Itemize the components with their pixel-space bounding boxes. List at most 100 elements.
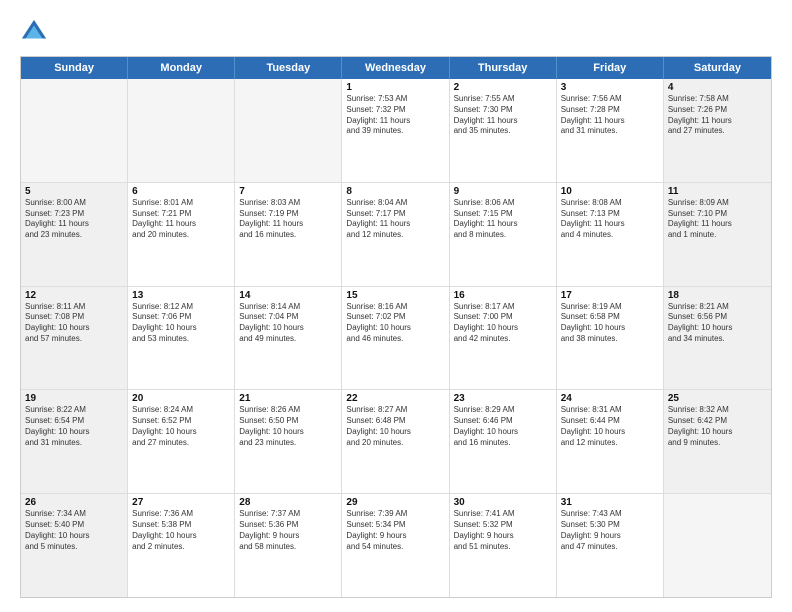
day-cell-28: 28Sunrise: 7:37 AM Sunset: 5:36 PM Dayli… bbox=[235, 494, 342, 597]
day-info: Sunrise: 8:26 AM Sunset: 6:50 PM Dayligh… bbox=[239, 405, 337, 448]
day-number: 17 bbox=[561, 290, 659, 301]
day-cell-16: 16Sunrise: 8:17 AM Sunset: 7:00 PM Dayli… bbox=[450, 287, 557, 390]
day-cell-7: 7Sunrise: 8:03 AM Sunset: 7:19 PM Daylig… bbox=[235, 183, 342, 286]
day-number: 10 bbox=[561, 186, 659, 197]
day-info: Sunrise: 8:08 AM Sunset: 7:13 PM Dayligh… bbox=[561, 198, 659, 241]
day-info: Sunrise: 8:21 AM Sunset: 6:56 PM Dayligh… bbox=[668, 302, 767, 345]
day-info: Sunrise: 8:17 AM Sunset: 7:00 PM Dayligh… bbox=[454, 302, 552, 345]
day-info: Sunrise: 8:32 AM Sunset: 6:42 PM Dayligh… bbox=[668, 405, 767, 448]
calendar: SundayMondayTuesdayWednesdayThursdayFrid… bbox=[20, 56, 772, 598]
day-cell-12: 12Sunrise: 8:11 AM Sunset: 7:08 PM Dayli… bbox=[21, 287, 128, 390]
day-info: Sunrise: 8:01 AM Sunset: 7:21 PM Dayligh… bbox=[132, 198, 230, 241]
calendar-row-3: 12Sunrise: 8:11 AM Sunset: 7:08 PM Dayli… bbox=[21, 287, 771, 391]
day-cell-6: 6Sunrise: 8:01 AM Sunset: 7:21 PM Daylig… bbox=[128, 183, 235, 286]
day-number: 18 bbox=[668, 290, 767, 301]
day-number: 30 bbox=[454, 497, 552, 508]
header bbox=[20, 18, 772, 46]
day-info: Sunrise: 8:27 AM Sunset: 6:48 PM Dayligh… bbox=[346, 405, 444, 448]
day-cell-30: 30Sunrise: 7:41 AM Sunset: 5:32 PM Dayli… bbox=[450, 494, 557, 597]
day-cell-4: 4Sunrise: 7:58 AM Sunset: 7:26 PM Daylig… bbox=[664, 79, 771, 182]
day-number: 13 bbox=[132, 290, 230, 301]
day-info: Sunrise: 7:53 AM Sunset: 7:32 PM Dayligh… bbox=[346, 94, 444, 137]
day-info: Sunrise: 8:19 AM Sunset: 6:58 PM Dayligh… bbox=[561, 302, 659, 345]
day-cell-18: 18Sunrise: 8:21 AM Sunset: 6:56 PM Dayli… bbox=[664, 287, 771, 390]
day-info: Sunrise: 7:36 AM Sunset: 5:38 PM Dayligh… bbox=[132, 509, 230, 552]
day-info: Sunrise: 8:11 AM Sunset: 7:08 PM Dayligh… bbox=[25, 302, 123, 345]
day-number: 26 bbox=[25, 497, 123, 508]
day-number: 19 bbox=[25, 393, 123, 404]
day-info: Sunrise: 8:04 AM Sunset: 7:17 PM Dayligh… bbox=[346, 198, 444, 241]
day-info: Sunrise: 8:24 AM Sunset: 6:52 PM Dayligh… bbox=[132, 405, 230, 448]
day-number: 6 bbox=[132, 186, 230, 197]
day-info: Sunrise: 8:03 AM Sunset: 7:19 PM Dayligh… bbox=[239, 198, 337, 241]
day-cell-10: 10Sunrise: 8:08 AM Sunset: 7:13 PM Dayli… bbox=[557, 183, 664, 286]
day-cell-15: 15Sunrise: 8:16 AM Sunset: 7:02 PM Dayli… bbox=[342, 287, 449, 390]
calendar-row-1: 1Sunrise: 7:53 AM Sunset: 7:32 PM Daylig… bbox=[21, 79, 771, 183]
day-info: Sunrise: 8:12 AM Sunset: 7:06 PM Dayligh… bbox=[132, 302, 230, 345]
day-info: Sunrise: 7:41 AM Sunset: 5:32 PM Dayligh… bbox=[454, 509, 552, 552]
calendar-body: 1Sunrise: 7:53 AM Sunset: 7:32 PM Daylig… bbox=[21, 79, 771, 597]
day-number: 28 bbox=[239, 497, 337, 508]
header-day-friday: Friday bbox=[557, 57, 664, 79]
day-cell-22: 22Sunrise: 8:27 AM Sunset: 6:48 PM Dayli… bbox=[342, 390, 449, 493]
day-info: Sunrise: 8:09 AM Sunset: 7:10 PM Dayligh… bbox=[668, 198, 767, 241]
day-number: 3 bbox=[561, 82, 659, 93]
empty-cell bbox=[235, 79, 342, 182]
day-info: Sunrise: 8:14 AM Sunset: 7:04 PM Dayligh… bbox=[239, 302, 337, 345]
day-number: 1 bbox=[346, 82, 444, 93]
day-info: Sunrise: 8:16 AM Sunset: 7:02 PM Dayligh… bbox=[346, 302, 444, 345]
day-cell-1: 1Sunrise: 7:53 AM Sunset: 7:32 PM Daylig… bbox=[342, 79, 449, 182]
day-number: 11 bbox=[668, 186, 767, 197]
day-info: Sunrise: 7:56 AM Sunset: 7:28 PM Dayligh… bbox=[561, 94, 659, 137]
day-number: 8 bbox=[346, 186, 444, 197]
empty-cell bbox=[128, 79, 235, 182]
day-cell-2: 2Sunrise: 7:55 AM Sunset: 7:30 PM Daylig… bbox=[450, 79, 557, 182]
day-cell-25: 25Sunrise: 8:32 AM Sunset: 6:42 PM Dayli… bbox=[664, 390, 771, 493]
day-cell-19: 19Sunrise: 8:22 AM Sunset: 6:54 PM Dayli… bbox=[21, 390, 128, 493]
day-cell-11: 11Sunrise: 8:09 AM Sunset: 7:10 PM Dayli… bbox=[664, 183, 771, 286]
day-cell-9: 9Sunrise: 8:06 AM Sunset: 7:15 PM Daylig… bbox=[450, 183, 557, 286]
day-cell-3: 3Sunrise: 7:56 AM Sunset: 7:28 PM Daylig… bbox=[557, 79, 664, 182]
day-cell-5: 5Sunrise: 8:00 AM Sunset: 7:23 PM Daylig… bbox=[21, 183, 128, 286]
day-number: 9 bbox=[454, 186, 552, 197]
logo-icon bbox=[20, 18, 48, 46]
day-cell-17: 17Sunrise: 8:19 AM Sunset: 6:58 PM Dayli… bbox=[557, 287, 664, 390]
logo bbox=[20, 18, 52, 46]
header-day-thursday: Thursday bbox=[450, 57, 557, 79]
day-cell-8: 8Sunrise: 8:04 AM Sunset: 7:17 PM Daylig… bbox=[342, 183, 449, 286]
day-cell-27: 27Sunrise: 7:36 AM Sunset: 5:38 PM Dayli… bbox=[128, 494, 235, 597]
day-number: 4 bbox=[668, 82, 767, 93]
day-cell-21: 21Sunrise: 8:26 AM Sunset: 6:50 PM Dayli… bbox=[235, 390, 342, 493]
day-cell-20: 20Sunrise: 8:24 AM Sunset: 6:52 PM Dayli… bbox=[128, 390, 235, 493]
day-info: Sunrise: 7:43 AM Sunset: 5:30 PM Dayligh… bbox=[561, 509, 659, 552]
day-info: Sunrise: 8:06 AM Sunset: 7:15 PM Dayligh… bbox=[454, 198, 552, 241]
header-day-sunday: Sunday bbox=[21, 57, 128, 79]
day-number: 24 bbox=[561, 393, 659, 404]
day-info: Sunrise: 7:58 AM Sunset: 7:26 PM Dayligh… bbox=[668, 94, 767, 137]
header-day-tuesday: Tuesday bbox=[235, 57, 342, 79]
day-info: Sunrise: 8:29 AM Sunset: 6:46 PM Dayligh… bbox=[454, 405, 552, 448]
day-info: Sunrise: 7:55 AM Sunset: 7:30 PM Dayligh… bbox=[454, 94, 552, 137]
day-cell-31: 31Sunrise: 7:43 AM Sunset: 5:30 PM Dayli… bbox=[557, 494, 664, 597]
header-day-wednesday: Wednesday bbox=[342, 57, 449, 79]
calendar-row-2: 5Sunrise: 8:00 AM Sunset: 7:23 PM Daylig… bbox=[21, 183, 771, 287]
day-info: Sunrise: 8:22 AM Sunset: 6:54 PM Dayligh… bbox=[25, 405, 123, 448]
day-number: 29 bbox=[346, 497, 444, 508]
day-number: 2 bbox=[454, 82, 552, 93]
day-cell-29: 29Sunrise: 7:39 AM Sunset: 5:34 PM Dayli… bbox=[342, 494, 449, 597]
empty-cell bbox=[21, 79, 128, 182]
day-number: 16 bbox=[454, 290, 552, 301]
empty-cell bbox=[664, 494, 771, 597]
day-info: Sunrise: 7:34 AM Sunset: 5:40 PM Dayligh… bbox=[25, 509, 123, 552]
day-info: Sunrise: 8:31 AM Sunset: 6:44 PM Dayligh… bbox=[561, 405, 659, 448]
page: SundayMondayTuesdayWednesdayThursdayFrid… bbox=[0, 0, 792, 612]
day-number: 7 bbox=[239, 186, 337, 197]
calendar-row-5: 26Sunrise: 7:34 AM Sunset: 5:40 PM Dayli… bbox=[21, 494, 771, 597]
day-cell-14: 14Sunrise: 8:14 AM Sunset: 7:04 PM Dayli… bbox=[235, 287, 342, 390]
day-info: Sunrise: 7:37 AM Sunset: 5:36 PM Dayligh… bbox=[239, 509, 337, 552]
day-number: 22 bbox=[346, 393, 444, 404]
day-cell-23: 23Sunrise: 8:29 AM Sunset: 6:46 PM Dayli… bbox=[450, 390, 557, 493]
day-number: 14 bbox=[239, 290, 337, 301]
header-day-monday: Monday bbox=[128, 57, 235, 79]
calendar-header: SundayMondayTuesdayWednesdayThursdayFrid… bbox=[21, 57, 771, 79]
